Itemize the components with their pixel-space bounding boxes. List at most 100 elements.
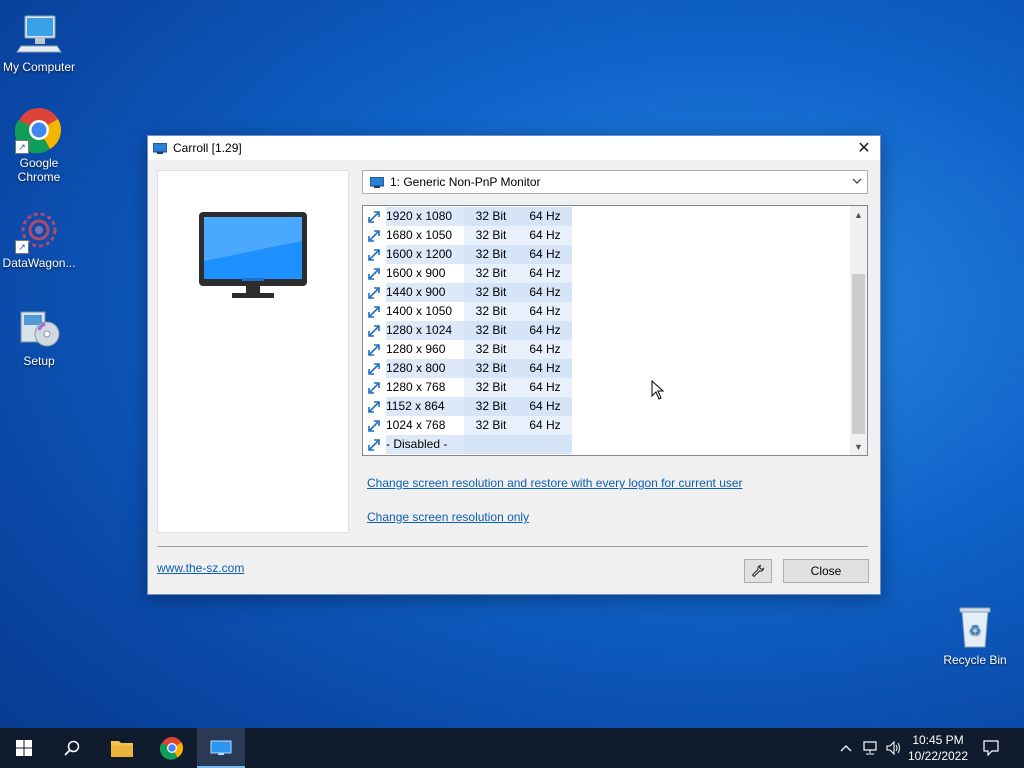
- resolution-label: 1280 x 1024: [386, 321, 464, 340]
- title-bar[interactable]: Carroll [1.29] ✕: [148, 136, 880, 160]
- monitor-icon: [199, 212, 307, 298]
- show-hidden-icons[interactable]: [838, 728, 854, 768]
- bit-depth-label: 32 Bit: [464, 416, 518, 435]
- refresh-rate-label: 64 Hz: [518, 207, 572, 226]
- refresh-rate-label: 64 Hz: [518, 264, 572, 283]
- taskbar: 10:45 PM 10/22/2022: [0, 728, 1024, 768]
- speaker-icon: [886, 741, 900, 755]
- svg-text:♻: ♻: [969, 623, 982, 639]
- desktop-icon-google-chrome[interactable]: ↗ Google Chrome: [1, 106, 77, 184]
- resolution-row[interactable]: 1280 x 768 32 Bit 64 Hz: [367, 378, 572, 397]
- window-close-icon[interactable]: ✕: [848, 136, 880, 160]
- folder-icon: [111, 741, 133, 757]
- monitor-select[interactable]: 1: Generic Non-PnP Monitor: [362, 170, 868, 194]
- clock-time: 10:45 PM: [912, 733, 964, 747]
- resize-arrow-icon: [368, 248, 380, 261]
- resolution-row[interactable]: 1280 x 800 32 Bit 64 Hz: [367, 359, 572, 378]
- resize-arrow-icon: [368, 362, 380, 375]
- resize-arrow-icon: [368, 438, 380, 451]
- monitor-icon: [210, 740, 232, 755]
- setup-icon: [15, 304, 63, 352]
- resolution-label: 1152 x 864: [386, 397, 464, 416]
- bit-depth-label: 32 Bit: [464, 207, 518, 226]
- change-resolution-restore-link[interactable]: Change screen resolution and restore wit…: [367, 476, 743, 490]
- resize-arrow-icon: [368, 229, 380, 242]
- window-title: Carroll [1.29]: [173, 141, 242, 155]
- computer-icon: [15, 10, 63, 58]
- search-button[interactable]: [48, 728, 96, 768]
- resolution-row[interactable]: 1280 x 1024 32 Bit 64 Hz: [367, 321, 572, 340]
- resolution-label: 1600 x 1200: [386, 245, 464, 264]
- notification-icon: [983, 740, 999, 756]
- window-body: 1: Generic Non-PnP Monitor - Disabled -1…: [148, 160, 880, 594]
- bit-depth-label: 32 Bit: [464, 321, 518, 340]
- action-center-button[interactable]: [980, 728, 1002, 768]
- resize-arrow-icon: [368, 286, 380, 299]
- monitor-select-value: 1: Generic Non-PnP Monitor: [390, 175, 541, 189]
- windows-icon: [16, 740, 32, 756]
- refresh-rate-label: [518, 435, 572, 454]
- refresh-rate-label: 64 Hz: [518, 283, 572, 302]
- resolution-label: 1920 x 1080: [386, 207, 464, 226]
- bit-depth-label: [464, 435, 518, 454]
- resolution-row[interactable]: 1280 x 960 32 Bit 64 Hz: [367, 340, 572, 359]
- network-tray[interactable]: [861, 728, 881, 768]
- search-icon: [64, 740, 80, 756]
- resolution-row[interactable]: 1440 x 900 32 Bit 64 Hz: [367, 283, 572, 302]
- taskbar-carroll[interactable]: [197, 728, 245, 768]
- scroll-down-icon[interactable]: ▼: [850, 438, 867, 455]
- desktop-icon-datawagon[interactable]: ↗ DataWagon...: [1, 206, 77, 270]
- mouse-cursor-icon: [651, 380, 665, 400]
- desktop-icon-label: My Computer: [2, 60, 76, 74]
- list-scrollbar[interactable]: ▲ ▼: [850, 206, 867, 455]
- bit-depth-label: 32 Bit: [464, 340, 518, 359]
- desktop-icon-setup[interactable]: Setup: [1, 304, 77, 368]
- recycle-bin-icon: ♻: [951, 603, 999, 651]
- resize-arrow-icon: [368, 419, 380, 432]
- clock-date: 10/22/2022: [907, 749, 969, 763]
- scroll-up-icon[interactable]: ▲: [850, 206, 867, 223]
- wrench-icon: [751, 564, 765, 578]
- bit-depth-label: 32 Bit: [464, 226, 518, 245]
- resize-arrow-icon: [368, 381, 380, 394]
- start-button[interactable]: [0, 728, 48, 768]
- resize-arrow-icon: [368, 210, 380, 223]
- taskbar-file-explorer[interactable]: [98, 728, 146, 768]
- taskbar-chrome[interactable]: [148, 728, 196, 768]
- resolution-list[interactable]: - Disabled -1024 x 768 32 Bit 64 Hz 1152 x …: [362, 205, 868, 456]
- bit-depth-label: 32 Bit: [464, 245, 518, 264]
- close-button[interactable]: Close: [783, 559, 869, 583]
- chrome-icon: [160, 737, 183, 760]
- taskbar-clock[interactable]: 10:45 PM 10/22/2022: [904, 732, 972, 764]
- carroll-window: Carroll [1.29] ✕ 1: Generic Non-PnP Moni…: [147, 135, 881, 595]
- resolution-label: 1400 x 1050: [386, 304, 453, 318]
- refresh-rate-label: 64 Hz: [518, 340, 572, 359]
- desktop-icon-label: Recycle Bin: [943, 653, 1007, 667]
- resolution-row[interactable]: 1152 x 864 32 Bit 64 Hz: [367, 397, 572, 416]
- resolution-label: 1280 x 960: [386, 342, 446, 356]
- refresh-rate-label: 64 Hz: [518, 397, 572, 416]
- resize-arrow-icon: [368, 305, 380, 318]
- resolution-row[interactable]: 1600 x 900 32 Bit 64 Hz: [367, 264, 572, 283]
- scroll-thumb[interactable]: [852, 274, 865, 434]
- desktop-icon-recycle-bin[interactable]: ♻ Recycle Bin: [937, 603, 1013, 667]
- chrome-icon: ↗: [14, 106, 63, 154]
- resolution-row[interactable]: 1400 x 1050 32 Bit 64 Hz: [367, 302, 572, 321]
- resolution-row[interactable]: 1600 x 1200 32 Bit 64 Hz: [367, 245, 572, 264]
- volume-tray[interactable]: [884, 728, 904, 768]
- resolution-row[interactable]: 1024 x 768 32 Bit 64 Hz: [367, 416, 572, 435]
- desktop-icon-my-computer[interactable]: My Computer: [1, 10, 77, 74]
- resolution-label: 1680 x 1050: [386, 228, 453, 242]
- shortcut-arrow-icon: ↗: [15, 240, 29, 254]
- resolution-label: 1280 x 768: [386, 380, 446, 394]
- resolution-row[interactable]: 1680 x 1050 32 Bit 64 Hz: [367, 226, 572, 245]
- refresh-rate-label: 64 Hz: [518, 416, 572, 435]
- change-resolution-only-link[interactable]: Change screen resolution only: [367, 510, 529, 524]
- app-monitor-icon: [153, 142, 167, 154]
- bit-depth-label: 32 Bit: [464, 378, 518, 397]
- resolution-row[interactable]: - Disabled -: [367, 435, 572, 454]
- settings-button[interactable]: [744, 559, 772, 583]
- resolution-row[interactable]: 1920 x 1080 32 Bit 64 Hz: [367, 207, 572, 226]
- website-link[interactable]: www.the-sz.com: [157, 561, 244, 575]
- bit-depth-label: 32 Bit: [464, 359, 518, 378]
